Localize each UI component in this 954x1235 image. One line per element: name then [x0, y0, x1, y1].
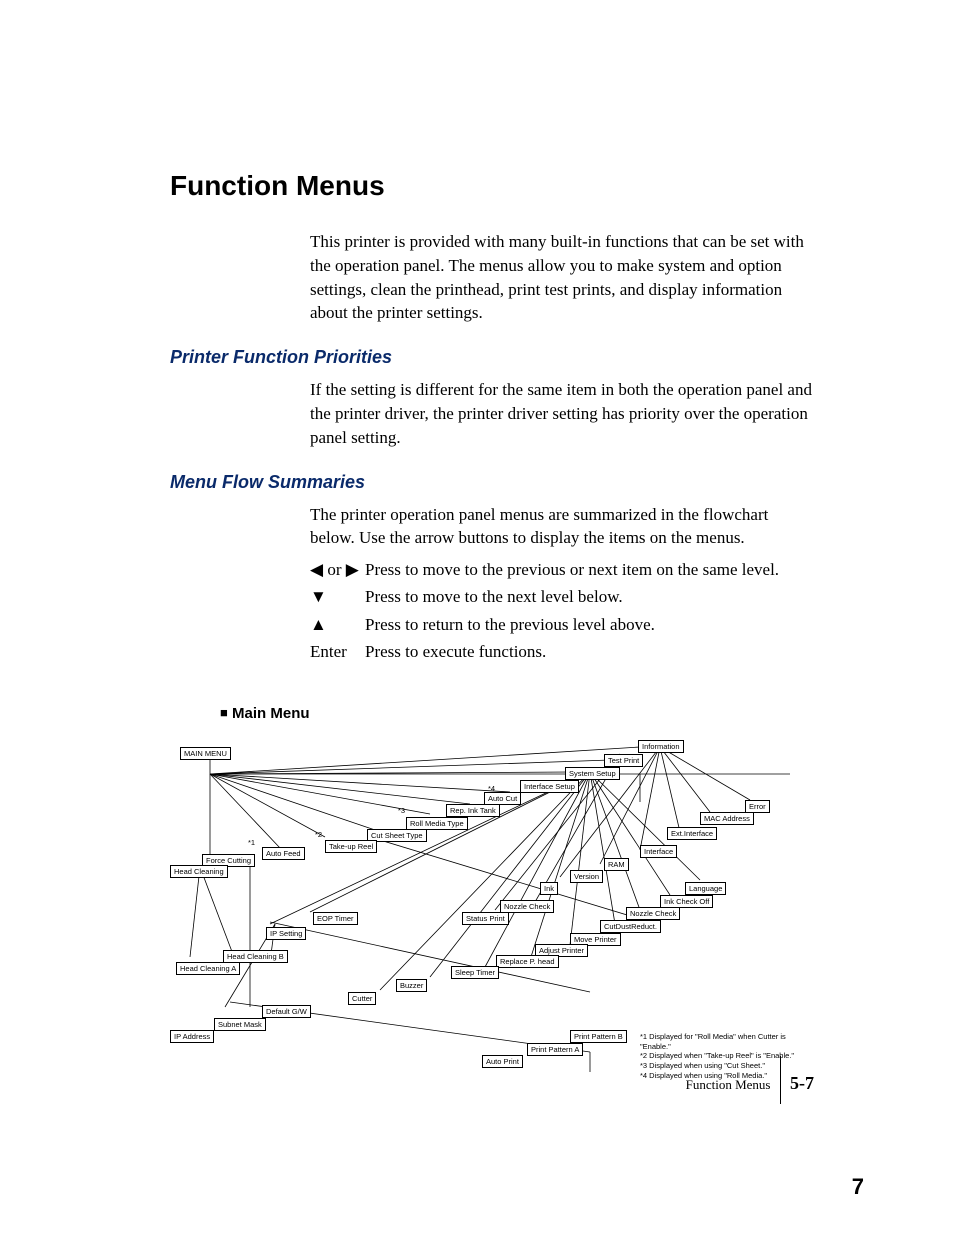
up-desc: Press to return to the previous level ab… — [365, 611, 814, 638]
note-3: *3 — [398, 806, 405, 815]
node-subnet-mask: Subnet Mask — [214, 1018, 266, 1031]
node-auto-print: Auto Print — [482, 1055, 523, 1068]
priorities-paragraph: If the setting is different for the same… — [170, 378, 814, 449]
note-1: *1 — [248, 838, 255, 847]
node-default-gw: Default G/W — [262, 1005, 311, 1018]
node-buzzer: Buzzer — [396, 979, 427, 992]
node-ram: RAM — [604, 858, 629, 871]
node-eop-timer: EOP Timer — [313, 912, 358, 925]
node-ip-address: IP Address — [170, 1030, 214, 1043]
node-test-print: Test Print — [604, 754, 643, 767]
footnote-2: *2 Displayed when "Take-up Reel" is "Ena… — [640, 1051, 814, 1061]
arrow-row-lr: ◀ or ▶ Press to move to the previous or … — [170, 556, 814, 583]
arrow-row-up: ▲ Press to return to the previous level … — [170, 611, 814, 638]
lr-desc: Press to move to the previous or next it… — [365, 556, 814, 583]
node-ip-setting: IP Setting — [266, 927, 306, 940]
enter-desc: Press to execute functions. — [365, 638, 814, 665]
page-footer: Function Menus 5-7 — [686, 1062, 814, 1110]
node-replace-phead: Replace P. head — [496, 955, 559, 968]
node-version: Version — [570, 870, 603, 883]
up-arrow-icon: ▲ — [310, 611, 365, 638]
subsection-flow-title: Menu Flow Summaries — [170, 472, 814, 493]
flow-paragraph: The printer operation panel menus are su… — [170, 503, 814, 551]
node-head-cleaning-a: Head Cleaning A — [176, 962, 240, 975]
diagram-heading: ■ Main Menu — [170, 705, 814, 722]
node-status-print: Status Print — [462, 912, 509, 925]
node-interface: Interface — [640, 845, 677, 858]
arrow-row-down: ▼ Press to move to the next level below. — [170, 583, 814, 610]
document-page-number: 7 — [852, 1174, 864, 1200]
node-interface-setup: Interface Setup — [520, 780, 579, 793]
footer-divider — [780, 1056, 781, 1104]
left-right-arrow-icon: ◀ or ▶ — [310, 556, 365, 583]
footnote-1: *1 Displayed for "Roll Media" when Cutte… — [640, 1032, 814, 1052]
node-mac-address: MAC Address — [700, 812, 754, 825]
down-desc: Press to move to the next level below. — [365, 583, 814, 610]
node-system-setup: System Setup — [565, 767, 620, 780]
node-main-menu: MAIN MENU — [180, 747, 231, 760]
node-print-pattern-b: Print Pattern B — [570, 1030, 627, 1043]
node-language: Language — [685, 882, 726, 895]
intro-paragraph: This printer is provided with many built… — [170, 230, 814, 325]
node-cutdust: CutDustReduct. — [600, 920, 661, 933]
node-sleep-timer: Sleep Timer — [451, 966, 499, 979]
note-2: *2 — [315, 830, 322, 839]
page-title: Function Menus — [170, 170, 814, 202]
arrow-row-enter: Enter Press to execute functions. — [170, 638, 814, 665]
node-cutter: Cutter — [348, 992, 376, 1005]
node-rep-ink-tank: Rep. Ink Tank — [446, 804, 500, 817]
node-take-up-reel: Take-up Reel — [325, 840, 377, 853]
down-arrow-icon: ▼ — [310, 583, 365, 610]
footer-page-number: 5-7 — [790, 1073, 814, 1093]
node-ink: Ink — [540, 882, 558, 895]
node-information: Information — [638, 740, 684, 753]
node-ext-interface: Ext.Interface — [667, 827, 717, 840]
node-head-cleaning: Head Cleaning — [170, 865, 228, 878]
diagram-title: Main Menu — [232, 705, 310, 722]
menu-flowchart: MAIN MENU Information Test Print System … — [170, 732, 814, 1102]
node-print-pattern-a: Print Pattern A — [527, 1043, 583, 1056]
node-auto-feed: Auto Feed — [262, 847, 305, 860]
filled-square-icon: ■ — [220, 705, 228, 720]
footer-section-label: Function Menus — [686, 1077, 771, 1092]
subsection-priorities-title: Printer Function Priorities — [170, 347, 814, 368]
enter-label: Enter — [310, 638, 365, 665]
node-nozzle-check-2: Nozzle Check — [626, 907, 680, 920]
